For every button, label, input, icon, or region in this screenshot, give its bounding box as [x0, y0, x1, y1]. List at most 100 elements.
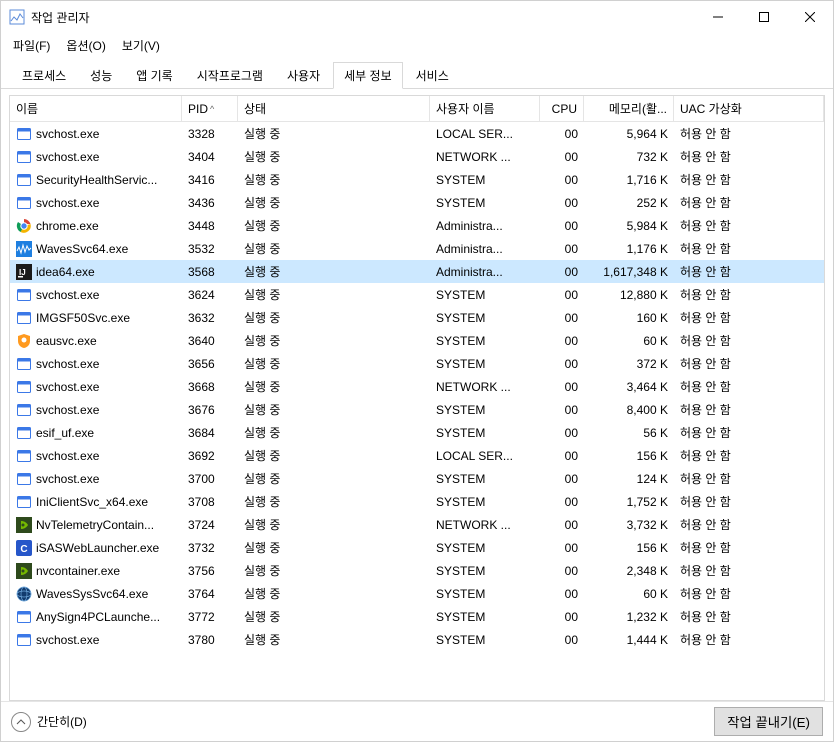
cell-uac: 허용 안 함 [674, 424, 824, 441]
cell-user: NETWORK ... [430, 380, 540, 394]
process-name: IniClientSvc_x64.exe [36, 495, 148, 509]
menu-options[interactable]: 옵션(O) [60, 35, 111, 56]
table-row[interactable]: WavesSysSvc64.exe 3764 실행 중 SYSTEM 00 60… [10, 582, 824, 605]
process-name: svchost.exe [36, 380, 99, 394]
cell-status: 실행 중 [238, 378, 430, 395]
cell-pid: 3780 [182, 633, 238, 647]
process-name: svchost.exe [36, 288, 99, 302]
close-button[interactable] [787, 1, 833, 33]
cell-user: SYSTEM [430, 311, 540, 325]
menu-file[interactable]: 파일(F) [7, 35, 56, 56]
tab-startup[interactable]: 시작프로그램 [186, 62, 274, 89]
cell-uac: 허용 안 함 [674, 470, 824, 487]
table-row[interactable]: svchost.exe 3404 실행 중 NETWORK ... 00 732… [10, 145, 824, 168]
column-header-status[interactable]: 상태 [238, 96, 430, 121]
process-name: svchost.exe [36, 150, 99, 164]
table-row[interactable]: C iSASWebLauncher.exe 3732 실행 중 SYSTEM 0… [10, 536, 824, 559]
process-name: esif_uf.exe [36, 426, 94, 440]
cell-pid: 3532 [182, 242, 238, 256]
cell-cpu: 00 [540, 633, 584, 647]
cell-memory: 3,732 K [584, 518, 674, 532]
table-row[interactable]: chrome.exe 3448 실행 중 Administra... 00 5,… [10, 214, 824, 237]
cell-user: Administra... [430, 219, 540, 233]
process-icon: IJ [16, 264, 32, 280]
cell-name: svchost.exe [10, 195, 182, 211]
tab-users[interactable]: 사용자 [276, 62, 331, 89]
process-icon [16, 195, 32, 211]
process-name: SecurityHealthServic... [36, 173, 157, 187]
minimize-button[interactable] [695, 1, 741, 33]
table-row[interactable]: svchost.exe 3328 실행 중 LOCAL SER... 00 5,… [10, 122, 824, 145]
table-row[interactable]: NvTelemetryContain... 3724 실행 중 NETWORK … [10, 513, 824, 536]
process-name: svchost.exe [36, 127, 99, 141]
table-row[interactable]: WavesSvc64.exe 3532 실행 중 Administra... 0… [10, 237, 824, 260]
cell-cpu: 00 [540, 196, 584, 210]
cell-memory: 124 K [584, 472, 674, 486]
table-row[interactable]: svchost.exe 3624 실행 중 SYSTEM 00 12,880 K… [10, 283, 824, 306]
table-row[interactable]: svchost.exe 3780 실행 중 SYSTEM 00 1,444 K … [10, 628, 824, 651]
table-row[interactable]: IJ idea64.exe 3568 실행 중 Administra... 00… [10, 260, 824, 283]
cell-uac: 허용 안 함 [674, 585, 824, 602]
cell-uac: 허용 안 함 [674, 401, 824, 418]
column-header-pid[interactable]: PID ^ [182, 96, 238, 121]
table-row[interactable]: SecurityHealthServic... 3416 실행 중 SYSTEM… [10, 168, 824, 191]
process-icon [16, 402, 32, 418]
table-row[interactable]: eausvc.exe 3640 실행 중 SYSTEM 00 60 K 허용 안… [10, 329, 824, 352]
table-row[interactable]: svchost.exe 3700 실행 중 SYSTEM 00 124 K 허용… [10, 467, 824, 490]
cell-user: LOCAL SER... [430, 449, 540, 463]
cell-status: 실행 중 [238, 516, 430, 533]
process-icon [16, 586, 32, 602]
tab-performance[interactable]: 성능 [79, 62, 123, 89]
table-row[interactable]: IniClientSvc_x64.exe 3708 실행 중 SYSTEM 00… [10, 490, 824, 513]
fewer-details-button[interactable]: 간단히(D) [11, 712, 87, 732]
cell-memory: 56 K [584, 426, 674, 440]
table-row[interactable]: AnySign4PCLaunche... 3772 실행 중 SYSTEM 00… [10, 605, 824, 628]
cell-user: Administra... [430, 242, 540, 256]
cell-cpu: 00 [540, 219, 584, 233]
cell-uac: 허용 안 함 [674, 539, 824, 556]
column-header-name[interactable]: 이름 [10, 96, 182, 121]
table-row[interactable]: svchost.exe 3436 실행 중 SYSTEM 00 252 K 허용… [10, 191, 824, 214]
table-row[interactable]: svchost.exe 3656 실행 중 SYSTEM 00 372 K 허용… [10, 352, 824, 375]
table-row[interactable]: svchost.exe 3676 실행 중 SYSTEM 00 8,400 K … [10, 398, 824, 421]
cell-cpu: 00 [540, 449, 584, 463]
tab-details[interactable]: 세부 정보 [333, 62, 403, 89]
column-header-uac[interactable]: UAC 가상화 [674, 96, 824, 121]
cell-memory: 160 K [584, 311, 674, 325]
table-row[interactable]: svchost.exe 3692 실행 중 LOCAL SER... 00 15… [10, 444, 824, 467]
cell-name: svchost.exe [10, 149, 182, 165]
column-header-user[interactable]: 사용자 이름 [430, 96, 540, 121]
cell-user: SYSTEM [430, 196, 540, 210]
cell-pid: 3448 [182, 219, 238, 233]
end-task-button[interactable]: 작업 끝내기(E) [714, 707, 823, 736]
column-header-cpu[interactable]: CPU [540, 96, 584, 121]
process-name: WavesSysSvc64.exe [36, 587, 148, 601]
maximize-button[interactable] [741, 1, 787, 33]
cell-cpu: 00 [540, 150, 584, 164]
table-row[interactable]: IMGSF50Svc.exe 3632 실행 중 SYSTEM 00 160 K… [10, 306, 824, 329]
table-row[interactable]: nvcontainer.exe 3756 실행 중 SYSTEM 00 2,34… [10, 559, 824, 582]
process-icon [16, 632, 32, 648]
table-row[interactable]: svchost.exe 3668 실행 중 NETWORK ... 00 3,4… [10, 375, 824, 398]
table-body[interactable]: svchost.exe 3328 실행 중 LOCAL SER... 00 5,… [10, 122, 824, 700]
tab-services[interactable]: 서비스 [405, 62, 460, 89]
process-icon [16, 149, 32, 165]
cell-cpu: 00 [540, 403, 584, 417]
cell-uac: 허용 안 함 [674, 217, 824, 234]
cell-memory: 2,348 K [584, 564, 674, 578]
table-header: 이름 PID ^ 상태 사용자 이름 CPU 메모리(활... UAC 가상화 [10, 96, 824, 122]
cell-cpu: 00 [540, 587, 584, 601]
table-row[interactable]: esif_uf.exe 3684 실행 중 SYSTEM 00 56 K 허용 … [10, 421, 824, 444]
cell-user: SYSTEM [430, 357, 540, 371]
menu-view[interactable]: 보기(V) [116, 35, 166, 56]
cell-pid: 3632 [182, 311, 238, 325]
cell-user: NETWORK ... [430, 150, 540, 164]
tab-processes[interactable]: 프로세스 [11, 62, 77, 89]
titlebar: 작업 관리자 [1, 1, 833, 33]
column-header-memory[interactable]: 메모리(활... [584, 96, 674, 121]
cell-name: IJ idea64.exe [10, 264, 182, 280]
process-name: svchost.exe [36, 633, 99, 647]
tab-app-history[interactable]: 앱 기록 [125, 62, 183, 89]
cell-user: SYSTEM [430, 426, 540, 440]
process-icon [16, 494, 32, 510]
